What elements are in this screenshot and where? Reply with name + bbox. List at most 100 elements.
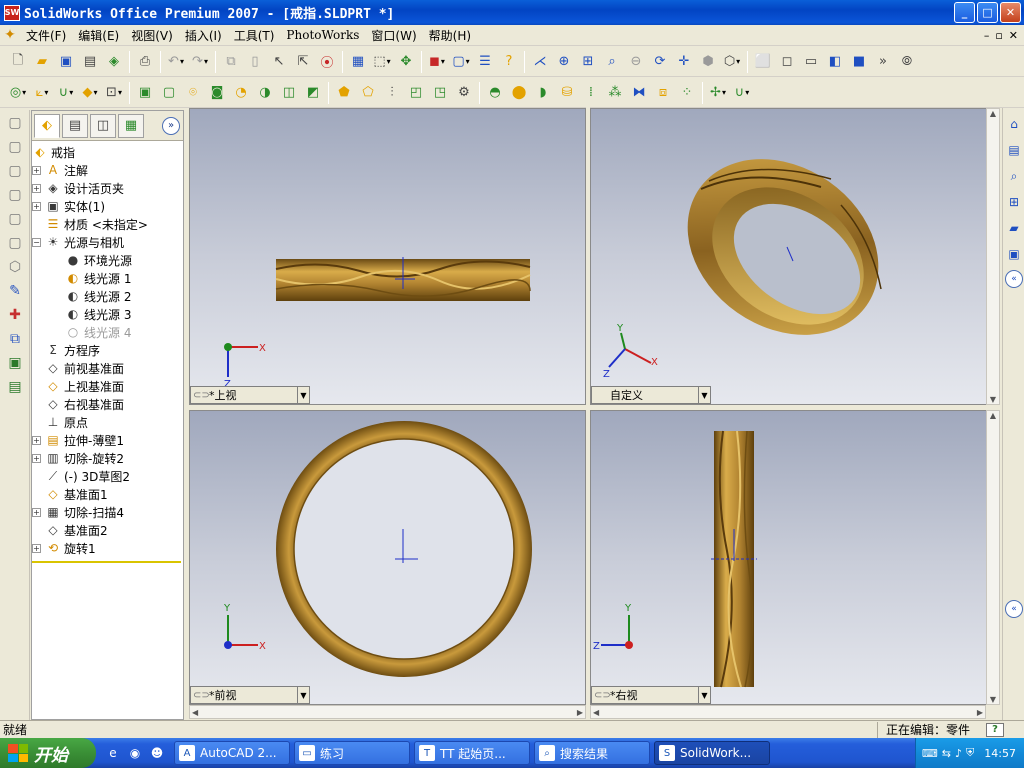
- dome-icon[interactable]: ◓: [484, 82, 506, 104]
- redo-icon[interactable]: ↷: [189, 51, 211, 73]
- tree-expand-toggle[interactable]: +: [32, 201, 41, 211]
- linear-pattern-icon[interactable]: ⁞: [580, 82, 602, 104]
- print-preview-icon[interactable]: ▤: [79, 51, 101, 73]
- tree-expand-toggle[interactable]: +: [32, 543, 41, 553]
- menu-edit[interactable]: 编辑(E): [72, 27, 125, 44]
- shield-icon[interactable]: ⛨: [966, 746, 974, 760]
- viewport-front-label[interactable]: ⊂⊃ *前视 ▼: [190, 686, 310, 704]
- taskbar-item[interactable]: S SolidWork...: [654, 741, 770, 765]
- cylinder-icon[interactable]: ⛁: [556, 82, 578, 104]
- wireframe-icon[interactable]: ⬜: [752, 51, 774, 73]
- view-dropdown-icon[interactable]: ▼: [698, 687, 710, 703]
- appearance-icon[interactable]: ◼: [426, 51, 448, 73]
- file-explorer-icon[interactable]: ⌕: [1005, 166, 1023, 186]
- revolve-cut-icon[interactable]: ◑: [254, 82, 276, 104]
- view-left-icon[interactable]: ▢: [4, 160, 26, 182]
- revolve-boss-icon[interactable]: ▢: [158, 82, 180, 104]
- tab-photoworks[interactable]: ▦: [118, 113, 144, 138]
- tree-node[interactable]: + ⟲ 旋转1: [32, 539, 183, 557]
- ie-icon[interactable]: e: [104, 744, 122, 762]
- view-front-icon[interactable]: ▢: [4, 112, 26, 134]
- reference-axis-icon[interactable]: ✢: [707, 82, 729, 104]
- hole-wizard-icon[interactable]: ⚙: [453, 82, 475, 104]
- view-dropdown-icon[interactable]: ▼: [297, 387, 309, 403]
- paste-icon[interactable]: ▯: [244, 51, 266, 73]
- relation-tool-icon[interactable]: ⧉: [4, 328, 26, 350]
- toolbar-overflow-icon[interactable]: »: [872, 51, 894, 73]
- print-icon[interactable]: ⎙: [134, 51, 156, 73]
- taskbar-item[interactable]: ⌕ 搜索结果: [534, 741, 650, 765]
- sketch-tool-icon[interactable]: ✎: [4, 280, 26, 302]
- hidden-removed-icon[interactable]: ▭: [800, 51, 822, 73]
- tree-node[interactable]: ⊥ 原点: [32, 413, 183, 431]
- select-arrow-icon[interactable]: ↖: [268, 51, 290, 73]
- rib-icon[interactable]: ⫶: [381, 82, 403, 104]
- draft-icon[interactable]: ◳: [429, 82, 451, 104]
- grid-icon[interactable]: ▦: [347, 51, 369, 73]
- tree-node[interactable]: − ☀ 光源与相机: [32, 233, 183, 251]
- view-iso-icon[interactable]: ⬡: [4, 256, 26, 278]
- standard-views-icon[interactable]: ⬡: [721, 51, 743, 73]
- tree-expand-toggle[interactable]: −: [32, 237, 41, 247]
- new-file-icon[interactable]: 🗋: [7, 51, 29, 73]
- menu-file[interactable]: 文件(F): [20, 27, 72, 44]
- options-list-icon[interactable]: ☰: [474, 51, 496, 73]
- zoom-selection-icon[interactable]: ⊖: [625, 51, 647, 73]
- rebuild-icon[interactable]: ◈: [103, 51, 125, 73]
- tree-node[interactable]: ● 环境光源: [32, 251, 183, 269]
- curve-pattern-icon[interactable]: ⧈: [652, 82, 674, 104]
- link-views-icon[interactable]: ⊂⊃: [193, 390, 210, 401]
- tree-expand-toggle[interactable]: +: [32, 507, 41, 517]
- tree-node[interactable]: + A 注解: [32, 161, 183, 179]
- network-icon[interactable]: ⇆: [942, 747, 951, 760]
- help-icon[interactable]: ?: [986, 722, 1004, 737]
- wrap-icon[interactable]: ⬤: [508, 82, 530, 104]
- menu-insert[interactable]: 插入(I): [179, 27, 228, 44]
- extrude-tool-icon[interactable]: ▣: [4, 352, 26, 374]
- maximize-button[interactable]: □: [977, 2, 998, 23]
- save-icon[interactable]: ▣: [55, 51, 77, 73]
- tree-node[interactable]: ◇ 前视基准面: [32, 359, 183, 377]
- view-right-icon[interactable]: ▢: [4, 184, 26, 206]
- roll-view-icon[interactable]: ⬢: [697, 51, 719, 73]
- volume-icon[interactable]: ♪: [955, 747, 962, 760]
- viewport-top[interactable]: X Z ⊂⊃ *上视 ▼: [189, 108, 586, 405]
- zoom-area-icon[interactable]: ⊞: [577, 51, 599, 73]
- sweep-boss-icon[interactable]: ⌾: [182, 82, 204, 104]
- doc-minimize-button[interactable]: –: [984, 29, 990, 42]
- view-top-icon[interactable]: ▢: [4, 208, 26, 230]
- view-back-icon[interactable]: ▢: [4, 136, 26, 158]
- tree-expand-toggle[interactable]: +: [32, 183, 41, 193]
- select-other-icon[interactable]: ⇱: [292, 51, 314, 73]
- menu-photoworks[interactable]: PhotoWorks: [280, 28, 365, 42]
- tree-node[interactable]: + ▣ 实体(1): [32, 197, 183, 215]
- tree-node[interactable]: + ▥ 切除-旋转2: [32, 449, 183, 467]
- viewport-custom-label[interactable]: 自定义 ▼: [591, 386, 711, 404]
- doc-close-button[interactable]: ✕: [1009, 29, 1018, 42]
- menu-window[interactable]: 窗口(W): [365, 27, 422, 44]
- shell-icon[interactable]: ◰: [405, 82, 427, 104]
- tree-expand-toggle[interactable]: +: [32, 453, 41, 463]
- chamfer-icon[interactable]: ⬠: [357, 82, 379, 104]
- qq-icon[interactable]: ☻: [148, 744, 166, 762]
- section-view-icon[interactable]: ⋌: [529, 51, 551, 73]
- taskbar-item[interactable]: T TT 起始页...: [414, 741, 530, 765]
- smart-dimension-icon[interactable]: ⟀: [31, 82, 53, 104]
- extrude-boss-icon[interactable]: ▣: [134, 82, 156, 104]
- copy-icon[interactable]: ⧉: [220, 51, 242, 73]
- collapse-pane-icon[interactable]: «: [1005, 270, 1023, 288]
- clock[interactable]: 14:57: [984, 747, 1016, 760]
- close-button[interactable]: ✕: [1000, 2, 1021, 23]
- horizontal-scrollbar-right[interactable]: ◀ ▶: [590, 705, 986, 719]
- tree-node[interactable]: ◐ 线光源 1: [32, 269, 183, 287]
- minimize-button[interactable]: _: [954, 2, 975, 23]
- design-library-icon[interactable]: ▤: [1005, 140, 1023, 160]
- mirror-icon[interactable]: ⧓: [628, 82, 650, 104]
- sweep-cut-icon[interactable]: ◫: [278, 82, 300, 104]
- viewport-top-label[interactable]: ⊂⊃ *上视 ▼: [190, 386, 310, 404]
- sketch-pattern-icon[interactable]: ⁘: [676, 82, 698, 104]
- hidden-lines-icon[interactable]: ◻: [776, 51, 798, 73]
- view-palette-icon[interactable]: ▰: [1005, 218, 1023, 238]
- vertical-scrollbar-bottom[interactable]: ▲ ▼: [986, 410, 1000, 705]
- zoom-fit-icon[interactable]: ⊕: [553, 51, 575, 73]
